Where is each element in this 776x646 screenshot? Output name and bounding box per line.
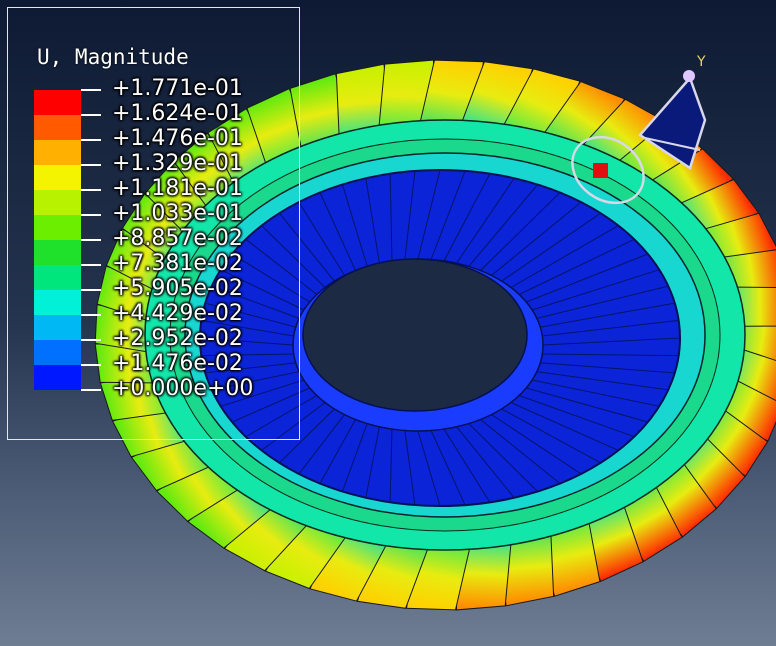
legend-swatch xyxy=(34,365,81,390)
legend-tick xyxy=(81,214,101,216)
legend-tick xyxy=(81,314,101,316)
legend-swatch xyxy=(34,240,81,265)
legend-tick xyxy=(81,114,101,116)
legend-tick xyxy=(81,239,101,241)
legend-panel: U, Magnitude +1.771e-01 +1.624e-01 +1.476e… xyxy=(7,7,300,440)
legend-label: +1.181e-01 xyxy=(112,176,243,201)
legend-label: +7.381e-02 xyxy=(112,251,243,276)
hub-bore xyxy=(302,258,528,412)
legend-swatch xyxy=(34,290,81,315)
legend-label: +1.771e-01 xyxy=(112,76,243,101)
legend-tick xyxy=(81,389,101,391)
legend-swatch xyxy=(34,190,81,215)
legend-tick xyxy=(81,139,101,141)
legend-tick xyxy=(81,264,101,266)
legend-tick xyxy=(81,339,101,341)
legend-label: +4.429e-02 xyxy=(112,301,243,326)
legend-swatch xyxy=(34,215,81,240)
triad-y-label: Y xyxy=(697,54,706,70)
legend-label: +1.033e-01 xyxy=(112,201,243,226)
legend-swatch xyxy=(34,340,81,365)
legend-swatch xyxy=(34,265,81,290)
legend-tick xyxy=(81,89,101,91)
legend-label: +1.476e-02 xyxy=(112,351,243,376)
legend-label: +1.476e-01 xyxy=(112,126,243,151)
legend-swatch xyxy=(34,140,81,165)
triad-y-dot-icon xyxy=(683,70,695,82)
legend-label: +5.905e-02 xyxy=(112,276,243,301)
legend-tick xyxy=(81,189,101,191)
triad-origin-icon xyxy=(593,163,608,178)
legend-label: +0.000e+00 xyxy=(112,376,254,401)
legend-swatch xyxy=(34,315,81,340)
legend-title: U, Magnitude xyxy=(37,45,189,69)
legend-swatch xyxy=(34,165,81,190)
legend-label: +1.624e-01 xyxy=(112,101,243,126)
legend-tick xyxy=(81,289,101,291)
legend-swatch xyxy=(34,115,81,140)
legend-label: +1.329e-01 xyxy=(112,151,243,176)
legend-label: +2.952e-02 xyxy=(112,326,243,351)
legend-tick xyxy=(81,164,101,166)
legend-label: +8.857e-02 xyxy=(112,226,243,251)
legend-swatch xyxy=(34,90,81,115)
legend-tick xyxy=(81,364,101,366)
